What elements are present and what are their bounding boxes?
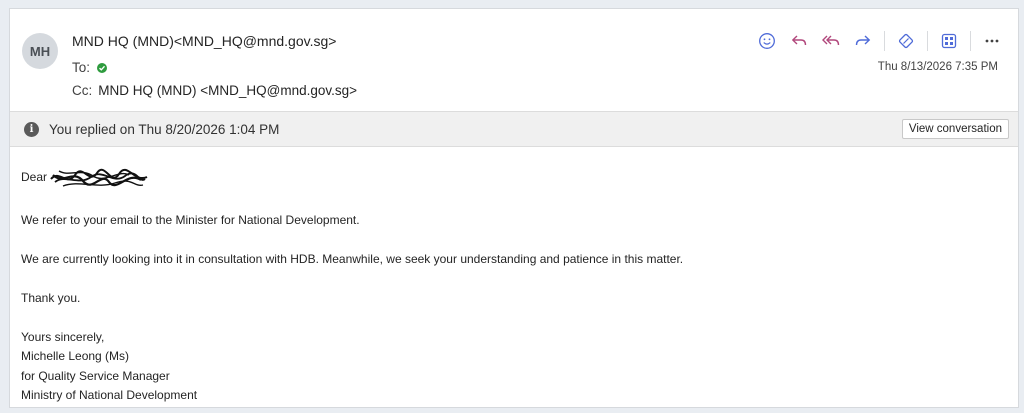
redaction-scribble: [50, 168, 148, 187]
view-conversation-button[interactable]: View conversation: [901, 119, 1009, 139]
cc-row: Cc: MND HQ (MND) <MND_HQ@mnd.gov.sg>: [72, 83, 357, 98]
signature-line: Ministry of National Development: [21, 388, 198, 402]
toolbar-divider: [970, 31, 971, 51]
more-icon[interactable]: [978, 29, 1006, 53]
body-paragraph: We refer to your email to the Minister f…: [21, 212, 360, 227]
email-header: MH MND HQ (MND)<MND_HQ@mnd.gov.sg> To: C…: [10, 9, 1018, 111]
signature-line: Yours sincerely,: [21, 329, 105, 344]
replied-banner: i You replied on Thu 8/20/2026 1:04 PM V…: [10, 111, 1018, 147]
to-row: To:: [72, 60, 108, 75]
greeting-line: Dear: [21, 165, 683, 191]
info-icon: i: [24, 121, 39, 137]
avatar[interactable]: MH: [22, 33, 58, 69]
emoji-icon[interactable]: [753, 29, 781, 53]
to-label: To:: [72, 60, 91, 75]
sender[interactable]: MND HQ (MND)<MND_HQ@mnd.gov.sg>: [72, 33, 336, 49]
message-toolbar: [753, 29, 1006, 53]
email-card: MH MND HQ (MND)<MND_HQ@mnd.gov.sg> To: C…: [9, 8, 1019, 408]
sent-date: Thu 8/13/2026 7:35 PM: [877, 61, 998, 73]
body-paragraph: We are currently looking into it in cons…: [21, 251, 684, 266]
toolbar-divider: [884, 31, 885, 51]
signature-line: for Quality Service Manager: [21, 368, 170, 383]
message-body: Dear We refer to your email to the Minis…: [21, 165, 683, 406]
greeting: Dear: [21, 170, 48, 185]
tag-icon[interactable]: [892, 29, 920, 53]
body-paragraph: Thank you.: [21, 290, 81, 305]
cc-recipient[interactable]: MND HQ (MND) <MND_HQ@mnd.gov.sg>: [98, 83, 357, 98]
signature-line: Michelle Leong (Ms): [21, 349, 130, 363]
reply-all-icon[interactable]: [817, 29, 845, 53]
replied-text: You replied on Thu 8/20/2026 1:04 PM: [49, 121, 280, 137]
reply-icon[interactable]: [785, 29, 813, 53]
apps-icon[interactable]: [935, 29, 963, 53]
forward-icon[interactable]: [849, 29, 877, 53]
cc-label: Cc:: [72, 83, 93, 98]
toolbar-divider: [927, 31, 928, 51]
verified-icon: [97, 62, 108, 73]
